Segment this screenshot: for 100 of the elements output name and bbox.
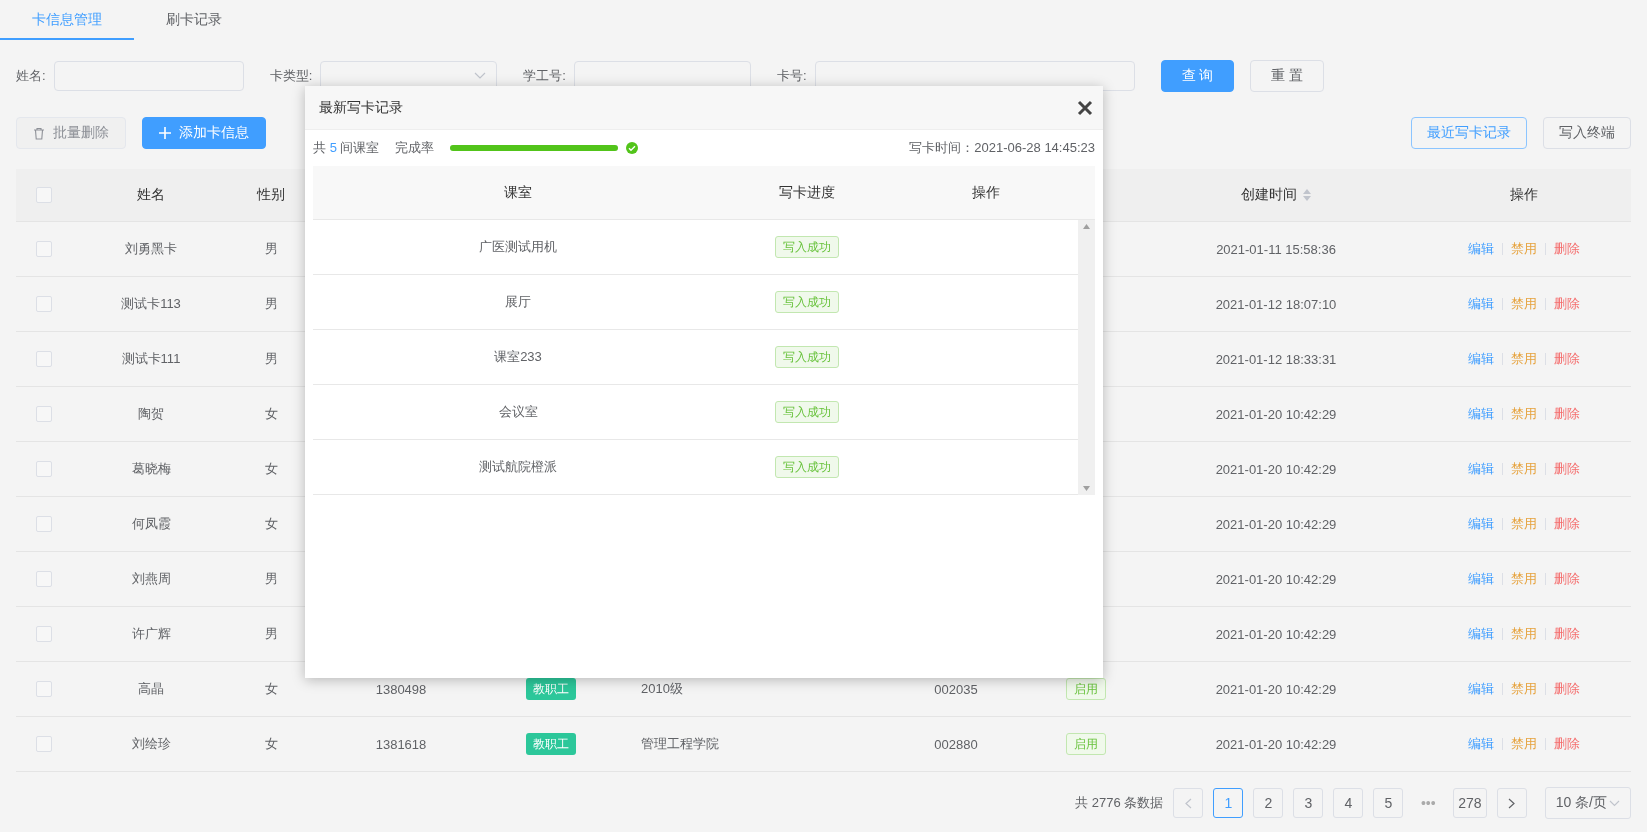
page-button[interactable]: 1 [1213, 788, 1244, 818]
checkbox[interactable] [36, 351, 52, 367]
edit-link[interactable]: 编辑 [1467, 735, 1494, 753]
disable-link[interactable]: 禁用 [1510, 735, 1537, 753]
close-icon[interactable] [1077, 99, 1093, 116]
page-size-select[interactable]: 10 条/页 [1544, 787, 1631, 819]
page-button[interactable]: 278 [1453, 788, 1487, 818]
table-cell: 管理工程学院 [641, 736, 719, 751]
check-circle-icon [626, 142, 639, 154]
write-terminal-button[interactable]: 写入终端 [1543, 117, 1631, 149]
table-cell: 陶贺 [138, 406, 164, 421]
table-cell: 男 [264, 296, 278, 311]
table-cell: 女 [264, 406, 278, 421]
tab[interactable]: 刷卡记录 [134, 0, 254, 40]
table-cell: 女 [264, 461, 278, 476]
input-field[interactable] [53, 61, 244, 91]
chevron-right-icon [1508, 797, 1516, 809]
disable-link[interactable]: 禁用 [1510, 570, 1537, 588]
edit-link[interactable]: 编辑 [1467, 570, 1494, 588]
status-tag: 写入成功 [775, 291, 839, 313]
page-button[interactable]: 5 [1373, 788, 1404, 818]
table-cell: 测试卡111 [121, 351, 181, 366]
delete-link[interactable]: 删除 [1553, 405, 1580, 423]
trash-icon [33, 126, 45, 140]
checkbox[interactable] [36, 516, 52, 532]
edit-link[interactable]: 编辑 [1467, 240, 1494, 258]
filter-label: 卡类型: [269, 67, 313, 85]
edit-link[interactable]: 编辑 [1467, 515, 1494, 533]
column-header: 创建时间 [1241, 186, 1297, 202]
table-cell: 2021-01-11 15:58:36 [1216, 241, 1336, 257]
column-header: 性别 [257, 186, 285, 202]
dialog-title: 最新写卡记录 [319, 98, 403, 117]
checkbox[interactable] [36, 187, 52, 203]
edit-link[interactable]: 编辑 [1467, 625, 1494, 643]
table-cell: 高晶 [138, 681, 164, 696]
reset-button[interactable]: 重 置 [1250, 60, 1325, 92]
edit-link[interactable]: 编辑 [1467, 405, 1494, 423]
checkbox[interactable] [36, 626, 52, 642]
delete-link[interactable]: 删除 [1553, 735, 1580, 753]
disable-link[interactable]: 禁用 [1510, 460, 1537, 478]
tab[interactable]: 卡信息管理 [0, 0, 134, 40]
add-button[interactable]: 添加卡信息 [142, 117, 266, 149]
table-cell: 2021-01-20 10:42:29 [1215, 571, 1337, 587]
status-tag: 写入成功 [775, 401, 839, 423]
disable-link[interactable]: 禁用 [1510, 680, 1537, 698]
table-cell: 课室233 [494, 349, 542, 364]
delete-link[interactable]: 删除 [1553, 515, 1580, 533]
table-cell: 2021-01-20 10:42:29 [1215, 516, 1337, 532]
delete-link[interactable]: 删除 [1553, 680, 1580, 698]
checkbox[interactable] [36, 241, 52, 257]
status-tag: 启用 [1066, 733, 1106, 755]
filter-label: 卡号: [776, 67, 807, 85]
table-cell: 2021-01-20 10:42:29 [1215, 736, 1337, 752]
disable-link[interactable]: 禁用 [1510, 350, 1537, 368]
page-button[interactable]: 4 [1333, 788, 1364, 818]
next-page-button[interactable] [1496, 788, 1527, 818]
rate-label: 完成率 [395, 139, 435, 157]
table-cell: 展厅 [505, 294, 531, 309]
column-header: 写卡进度 [779, 183, 835, 200]
delete-link[interactable]: 删除 [1553, 350, 1580, 368]
edit-link[interactable]: 编辑 [1467, 460, 1494, 478]
checkbox[interactable] [36, 406, 52, 422]
edit-link[interactable]: 编辑 [1467, 295, 1494, 313]
table-cell: 女 [264, 516, 278, 531]
scroll-up-icon[interactable] [1083, 224, 1090, 229]
table-cell: 2021-01-12 18:07:10 [1215, 296, 1337, 312]
type-tag: 教职工 [526, 678, 576, 700]
checkbox[interactable] [36, 681, 52, 697]
scrollbar[interactable] [1078, 220, 1095, 495]
delete-link[interactable]: 删除 [1553, 460, 1580, 478]
table-cell: 测试航院橙派 [479, 459, 557, 474]
delete-link[interactable]: 删除 [1553, 570, 1580, 588]
disable-link[interactable]: 禁用 [1510, 295, 1537, 313]
table-cell: 2021-01-20 10:42:29 [1215, 461, 1337, 477]
checkbox[interactable] [36, 296, 52, 312]
write-time: 写卡时间：2021-06-28 14:45:23 [909, 139, 1095, 157]
recent-records-button[interactable]: 最近写卡记录 [1411, 117, 1527, 149]
table-cell: 男 [264, 351, 278, 366]
table-cell: 002880 [934, 736, 978, 752]
disable-link[interactable]: 禁用 [1510, 240, 1537, 258]
sort-icon[interactable] [1303, 189, 1311, 202]
edit-link[interactable]: 编辑 [1467, 680, 1494, 698]
delete-link[interactable]: 删除 [1553, 240, 1580, 258]
delete-link[interactable]: 删除 [1553, 625, 1580, 643]
disable-link[interactable]: 禁用 [1510, 405, 1537, 423]
edit-link[interactable]: 编辑 [1467, 350, 1494, 368]
scroll-down-icon[interactable] [1083, 486, 1090, 491]
page-button[interactable]: 3 [1293, 788, 1324, 818]
delete-link[interactable]: 删除 [1553, 295, 1580, 313]
page-button[interactable]: 2 [1253, 788, 1284, 818]
disable-link[interactable]: 禁用 [1510, 515, 1537, 533]
table-cell: 葛晓梅 [131, 461, 171, 476]
search-button[interactable]: 查 询 [1160, 60, 1235, 92]
prev-page-button[interactable] [1173, 788, 1204, 818]
checkbox[interactable] [36, 461, 52, 477]
checkbox[interactable] [36, 736, 52, 752]
status-tag: 启用 [1066, 678, 1106, 700]
checkbox[interactable] [36, 571, 52, 587]
disable-link[interactable]: 禁用 [1510, 625, 1537, 643]
table-cell: 2010级 [641, 681, 683, 696]
